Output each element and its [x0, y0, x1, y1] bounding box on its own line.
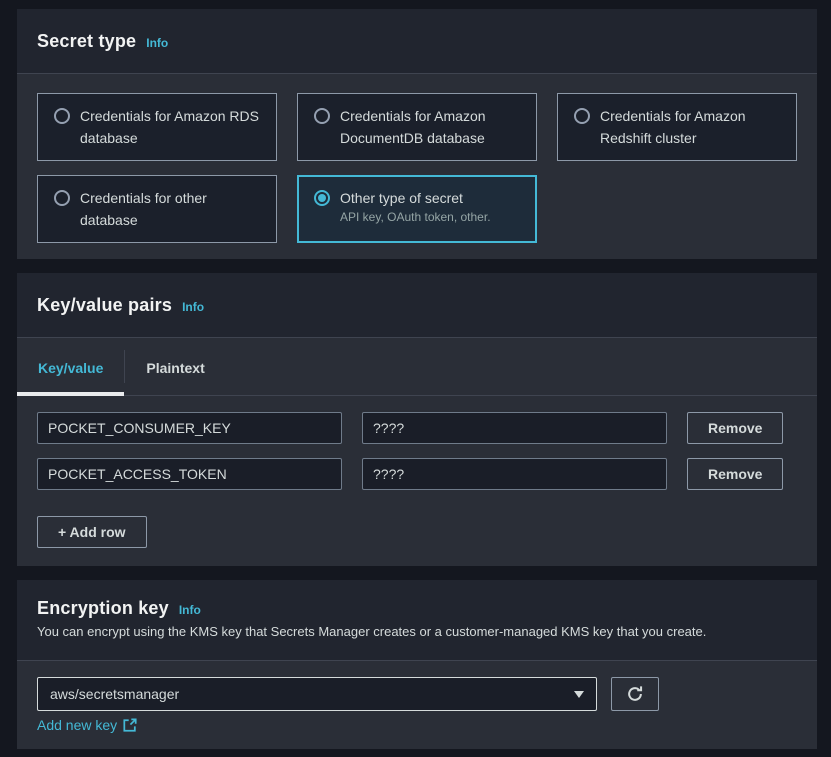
encryption-key-body: aws/secretsmanager Add new key [17, 661, 817, 749]
refresh-icon [626, 685, 644, 703]
radio-unchecked[interactable] [314, 108, 330, 124]
option-credentials-redshift[interactable]: Credentials for Amazon Redshift cluster [557, 93, 797, 161]
secret-type-header: Secret type Info [17, 9, 817, 74]
key-value-pairs-panel: Key/value pairs Info Key/value Plaintext… [17, 273, 817, 566]
secret-type-panel: Secret type Info Credentials for Amazon … [17, 9, 817, 259]
radio-checked[interactable] [314, 190, 330, 206]
radio-unchecked[interactable] [574, 108, 590, 124]
key-value-editor: Remove Remove + Add row [17, 396, 817, 566]
radio-unchecked[interactable] [54, 108, 70, 124]
add-new-key-link[interactable]: Add new key [37, 717, 137, 733]
option-label: Credentials for other database [80, 187, 262, 231]
encryption-key-description: You can encrypt using the KMS key that S… [37, 623, 797, 641]
tab-plaintext[interactable]: Plaintext [125, 338, 225, 395]
key-value-pairs-header: Key/value pairs Info [17, 273, 817, 338]
option-credentials-documentdb[interactable]: Credentials for Amazon DocumentDB databa… [297, 93, 537, 161]
kms-key-select[interactable]: aws/secretsmanager [37, 677, 597, 711]
option-label: Credentials for Amazon Redshift cluster [600, 105, 782, 149]
option-credentials-other-db[interactable]: Credentials for other database [37, 175, 277, 243]
refresh-keys-button[interactable] [611, 677, 659, 711]
option-other-type-of-secret[interactable]: Other type of secret API key, OAuth toke… [297, 175, 537, 243]
remove-row-button[interactable]: Remove [687, 458, 783, 490]
option-label: Credentials for Amazon RDS database [80, 105, 262, 149]
kms-key-selected-value: aws/secretsmanager [50, 686, 179, 702]
key-value-row: Remove [37, 412, 797, 444]
remove-row-button[interactable]: Remove [687, 412, 783, 444]
key-input[interactable] [37, 458, 342, 490]
option-description: API key, OAuth token, other. [340, 209, 491, 226]
chevron-down-icon [574, 691, 584, 698]
key-value-tabs: Key/value Plaintext [17, 338, 817, 396]
page: Secret type Info Credentials for Amazon … [0, 0, 831, 749]
encryption-key-title: Encryption key [37, 598, 169, 619]
option-label: Credentials for Amazon DocumentDB databa… [340, 105, 522, 149]
encryption-key-header: Encryption key Info You can encrypt usin… [17, 580, 817, 661]
option-label: Other type of secret [340, 187, 491, 209]
key-value-pairs-title: Key/value pairs [37, 295, 172, 316]
tab-key-value[interactable]: Key/value [17, 338, 124, 395]
key-value-row: Remove [37, 458, 797, 490]
key-value-pairs-info-link[interactable]: Info [182, 300, 204, 314]
secret-type-info-link[interactable]: Info [146, 36, 168, 50]
key-input[interactable] [37, 412, 342, 444]
add-new-key-label: Add new key [37, 717, 117, 733]
add-row-button[interactable]: + Add row [37, 516, 147, 548]
radio-unchecked[interactable] [54, 190, 70, 206]
option-credentials-rds[interactable]: Credentials for Amazon RDS database [37, 93, 277, 161]
secret-type-title: Secret type [37, 31, 136, 52]
value-input[interactable] [362, 458, 667, 490]
external-link-icon [123, 718, 137, 732]
secret-type-options: Credentials for Amazon RDS database Cred… [17, 74, 817, 259]
encryption-key-panel: Encryption key Info You can encrypt usin… [17, 580, 817, 749]
encryption-key-info-link[interactable]: Info [179, 603, 201, 617]
value-input[interactable] [362, 412, 667, 444]
